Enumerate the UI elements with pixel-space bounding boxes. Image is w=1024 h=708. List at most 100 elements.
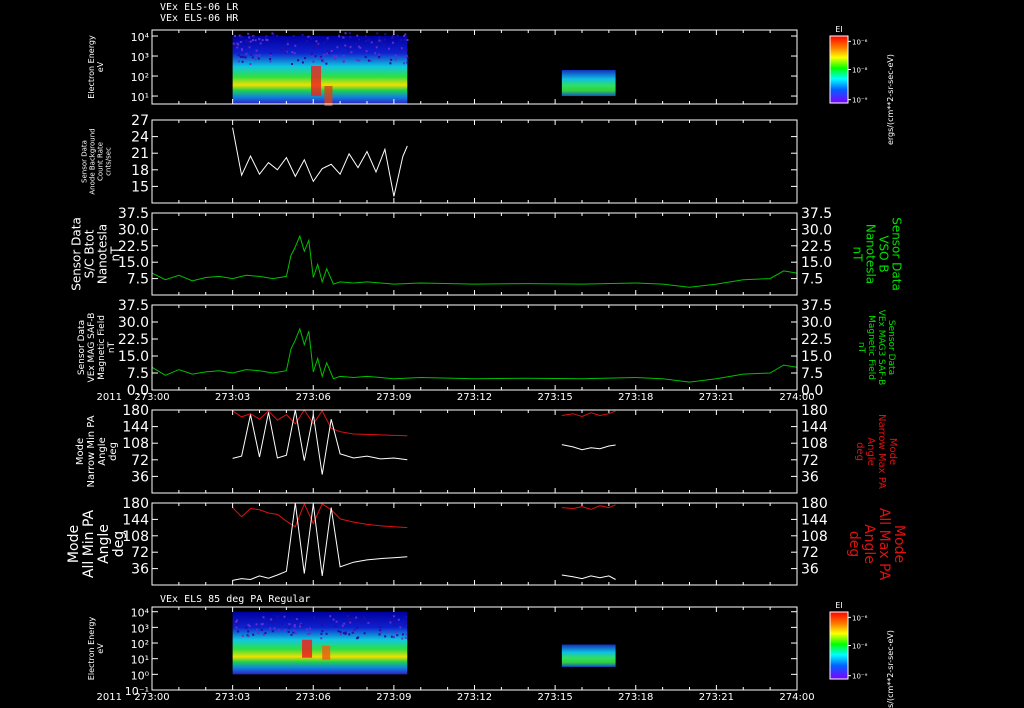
- y-tick-label: 15: [131, 179, 149, 195]
- noise-pixel: [237, 631, 239, 633]
- ylabel-line: Electron Energy: [87, 617, 96, 681]
- y-tick-label-right: 144: [801, 420, 828, 436]
- noise-pixel: [393, 620, 395, 622]
- els_energy_top-ylabel: Electron Energy eV: [87, 35, 105, 99]
- noise-pixel: [291, 63, 293, 65]
- noise-pixel: [294, 52, 296, 54]
- noise-pixel: [391, 636, 393, 638]
- min-pa-line: [562, 445, 616, 450]
- noise-pixel: [395, 59, 397, 61]
- noise-pixel: [405, 637, 407, 639]
- noise-pixel: [329, 615, 331, 617]
- noise-pixel: [235, 621, 237, 623]
- noise-pixel: [257, 632, 259, 634]
- noise-pixel: [278, 629, 280, 631]
- y-tick-label: 24: [131, 130, 149, 146]
- time-tick-label: 273:18: [618, 392, 653, 403]
- time-tick-label: 273:21: [699, 692, 734, 703]
- noise-pixel: [336, 621, 338, 623]
- noise-pixel: [379, 633, 381, 635]
- noise-pixel: [315, 55, 317, 57]
- noise-pixel: [331, 50, 333, 52]
- colorbar-tick-label: 10⁻⁶: [852, 614, 868, 622]
- right-label-line: deg: [854, 442, 865, 461]
- time-tick-label: 274:00: [779, 692, 814, 703]
- ylabel-line: Anode Background: [88, 128, 96, 194]
- colorbar-tick-label: 10⁻⁸: [852, 643, 868, 651]
- colorbar-tick-label: 10⁻⁹: [852, 97, 868, 105]
- noise-pixel: [269, 60, 271, 62]
- noise-pixel: [309, 632, 311, 634]
- noise-pixel: [262, 39, 264, 41]
- noise-pixel: [326, 53, 328, 55]
- noise-pixel: [404, 39, 406, 41]
- noise-pixel: [291, 51, 293, 53]
- noise-pixel: [379, 626, 381, 628]
- time-tick-label: 273:09: [376, 692, 411, 703]
- y-tick-label-right: 22.5: [801, 239, 832, 255]
- noise-pixel: [320, 633, 322, 635]
- noise-pixel: [343, 55, 345, 57]
- ylabel-line: S/C Btot: [83, 229, 97, 278]
- noise-pixel: [248, 46, 250, 48]
- noise-pixel: [404, 623, 406, 625]
- noise-pixel: [370, 60, 372, 62]
- noise-pixel: [347, 49, 349, 51]
- ylabel-line: Count Rate: [96, 142, 104, 181]
- noise-pixel: [380, 40, 382, 42]
- noise-pixel: [327, 39, 329, 41]
- noise-pixel: [374, 52, 376, 54]
- stack-plot: 10⁴10³10²10¹Electron Energy eV273:00 273:0…: [0, 0, 1024, 708]
- ylabel-line: Angle: [96, 524, 112, 564]
- ylabel-line: eV: [96, 61, 105, 72]
- right-label-line: Sensor Data: [886, 320, 896, 375]
- noise-pixel: [288, 623, 290, 625]
- right-label-line: Narrow Max PA: [876, 414, 887, 489]
- noise-pixel: [371, 41, 373, 43]
- noise-pixel: [384, 33, 386, 35]
- noise-pixel: [241, 48, 243, 50]
- noise-pixel: [333, 619, 335, 621]
- noise-pixel: [399, 626, 401, 628]
- noise-pixel: [350, 51, 352, 53]
- y-tick-label: 7.5: [127, 366, 149, 382]
- noise-pixel: [302, 61, 304, 63]
- y-tick-label-right: 15.0: [801, 349, 832, 365]
- noise-pixel: [363, 617, 365, 619]
- noise-pixel: [233, 43, 235, 45]
- noise-pixel: [269, 58, 271, 60]
- colorbar-units: ergs/(cm**2-sr-sec-eV): [886, 630, 895, 708]
- noise-pixel: [258, 58, 260, 60]
- y-tick-label: 10²: [131, 71, 149, 84]
- series-line: [152, 236, 797, 287]
- min-pa-line: [233, 410, 408, 475]
- time-tick-label: 273:15: [538, 692, 573, 703]
- noise-pixel: [365, 40, 367, 42]
- right-label-line: Angle: [861, 524, 877, 564]
- noise-pixel: [407, 39, 409, 41]
- mag_saf_b-ylabel: Sensor Data VEx MAG SAF-B Magnetic Field nT: [77, 313, 117, 383]
- noise-pixel: [320, 637, 322, 639]
- noise-pixel: [349, 46, 351, 48]
- noise-pixel: [254, 58, 256, 60]
- time-tick-label: 273:12: [457, 692, 492, 703]
- noise-pixel: [348, 633, 350, 635]
- y-tick-label: 7.5: [127, 272, 149, 288]
- ylabel-line: Mode: [75, 438, 86, 465]
- ylabel-line: Angle: [97, 437, 108, 465]
- y-tick-label: 18: [131, 163, 149, 179]
- hot-feature: [311, 66, 321, 96]
- noise-pixel: [240, 36, 242, 38]
- y-tick-label: 10⁴: [131, 31, 150, 44]
- noise-pixel: [284, 47, 286, 49]
- noise-pixel: [390, 59, 392, 61]
- noise-pixel: [356, 59, 358, 61]
- noise-pixel: [368, 60, 370, 62]
- right-label-line: Nanotesla: [864, 224, 878, 284]
- time-tick-label: 273:15: [538, 392, 573, 403]
- y-tick-label: 10⁰: [131, 669, 150, 682]
- noise-pixel: [283, 616, 285, 618]
- noise-pixel: [342, 37, 344, 39]
- year-label: 2011: [97, 392, 122, 403]
- ylabel-line: nT: [109, 246, 123, 262]
